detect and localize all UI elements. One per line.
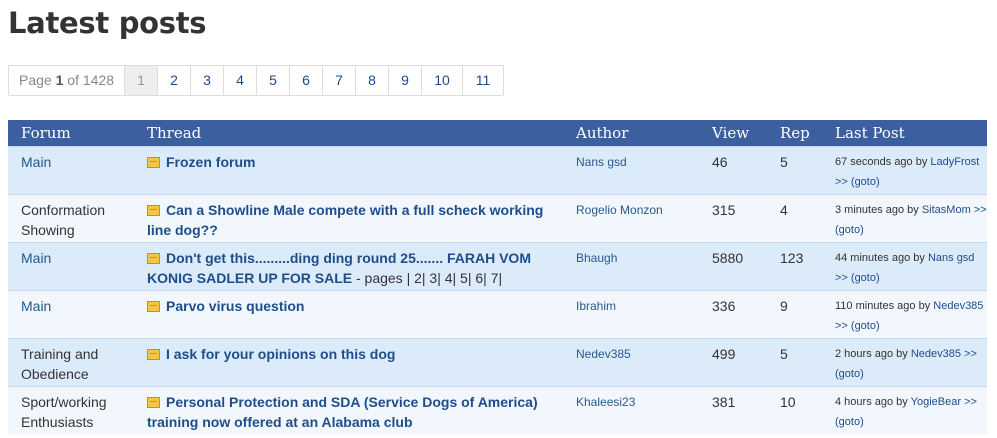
last-post-time: 44 minutes ago by [835, 252, 925, 264]
goto-link[interactable]: >> (goto) [835, 320, 880, 332]
goto-link[interactable]: >> (goto) [835, 176, 880, 188]
page-link-1: 1 [125, 66, 159, 95]
page-title: Latest posts [8, 6, 207, 40]
page-info-prefix: Page [19, 72, 52, 88]
thread-icon [147, 397, 160, 408]
author-link[interactable]: Khaleesi23 [563, 386, 699, 434]
author-link[interactable]: Rogelio Monzon [563, 194, 699, 243]
col-rep: Rep [767, 120, 822, 147]
thread-link[interactable]: Personal Protection and SDA (Service Dog… [147, 394, 538, 430]
last-post-time: 110 minutes ago by [835, 300, 931, 312]
page-link-11[interactable]: 11 [463, 66, 503, 95]
col-thread: Thread [134, 120, 563, 147]
thread-link[interactable]: Frozen forum [166, 154, 255, 170]
view-count: 336 [699, 290, 767, 339]
reply-count: 5 [767, 146, 822, 195]
thread-link[interactable]: Can a Showline Male compete with a full … [147, 202, 543, 238]
page-info-current: 1 [55, 72, 64, 88]
page-link-4[interactable]: 4 [224, 66, 258, 95]
page-link-6[interactable]: 6 [290, 66, 324, 95]
author-link[interactable]: Nedev385 [563, 338, 699, 387]
forum-link[interactable]: Conformation Showing [8, 194, 134, 243]
last-post-user[interactable]: YogieBear [911, 396, 961, 408]
thread-link[interactable]: I ask for your opinions on this dog [166, 346, 395, 362]
last-post-user[interactable]: SitasMom [922, 204, 971, 216]
last-post-user[interactable]: Nedev385 [933, 300, 983, 312]
col-view: View [699, 120, 767, 147]
table-row: Main Parvo virus question Ibrahim 336 9 … [8, 290, 987, 339]
page-link-10[interactable]: 10 [422, 66, 464, 95]
table-row: Main Frozen forum Nans gsd 46 5 67 secon… [8, 146, 987, 195]
thread-icon [147, 205, 160, 216]
forum-link[interactable]: Main [8, 242, 134, 291]
reply-count: 123 [767, 242, 822, 291]
table-row: Sport/working Enthusiasts Personal Prote… [8, 386, 987, 434]
author-link[interactable]: Bhaugh [563, 242, 699, 291]
table-header: Forum Thread Author View Rep Last Post [8, 120, 987, 147]
reply-count: 9 [767, 290, 822, 339]
thread-icon [147, 157, 160, 168]
thread-pages[interactable]: - pages | 2| 3| 4| 5| 6| 7| [352, 270, 502, 286]
view-count: 499 [699, 338, 767, 387]
page-link-2[interactable]: 2 [158, 66, 192, 95]
page-info-of: of [67, 72, 79, 88]
view-count: 46 [699, 146, 767, 195]
last-post-user[interactable]: Nedev385 [911, 348, 961, 360]
reply-count: 5 [767, 338, 822, 387]
page-link-3[interactable]: 3 [191, 66, 225, 95]
col-last-post: Last Post [822, 120, 987, 147]
forum-link[interactable]: Main [8, 290, 134, 339]
author-link[interactable]: Ibrahim [563, 290, 699, 339]
view-count: 315 [699, 194, 767, 243]
pagination: Page 1 of 1428 1 2 3 4 5 6 7 8 9 10 11 [8, 65, 505, 96]
col-author: Author [563, 120, 699, 147]
thread-icon [147, 301, 160, 312]
reply-count: 10 [767, 386, 822, 434]
table-row: Conformation Showing Can a Showline Male… [8, 194, 987, 243]
view-count: 381 [699, 386, 767, 434]
col-forum: Forum [8, 120, 134, 147]
page-info-total: 1428 [82, 72, 115, 88]
page-link-7[interactable]: 7 [323, 66, 357, 95]
last-post-time: 3 minutes ago by [835, 204, 919, 216]
page-link-5[interactable]: 5 [257, 66, 291, 95]
view-count: 5880 [699, 242, 767, 291]
last-post-time: 67 seconds ago by [835, 156, 928, 168]
thread-link[interactable]: Parvo virus question [166, 298, 304, 314]
last-post-time: 4 hours ago by [835, 396, 908, 408]
thread-icon [147, 349, 160, 360]
goto-link[interactable]: >> (goto) [835, 272, 880, 284]
last-post-user[interactable]: LadyFrost [930, 156, 979, 168]
reply-count: 4 [767, 194, 822, 243]
last-post-user[interactable]: Nans gsd [928, 252, 974, 264]
latest-posts-table: Forum Thread Author View Rep Last Post M… [8, 120, 987, 434]
page-link-8[interactable]: 8 [356, 66, 390, 95]
page-info: Page 1 of 1428 [9, 66, 126, 95]
last-post-time: 2 hours ago by [835, 348, 908, 360]
page-link-9[interactable]: 9 [389, 66, 423, 95]
table-row: Main Don't get this.........ding ding ro… [8, 242, 987, 291]
forum-link[interactable]: Sport/working Enthusiasts [8, 386, 134, 434]
table-row: Training and Obedience I ask for your op… [8, 338, 987, 387]
author-link[interactable]: Nans gsd [563, 146, 699, 195]
forum-link[interactable]: Main [8, 146, 134, 195]
forum-link[interactable]: Training and Obedience [8, 338, 134, 387]
thread-icon [147, 253, 160, 264]
